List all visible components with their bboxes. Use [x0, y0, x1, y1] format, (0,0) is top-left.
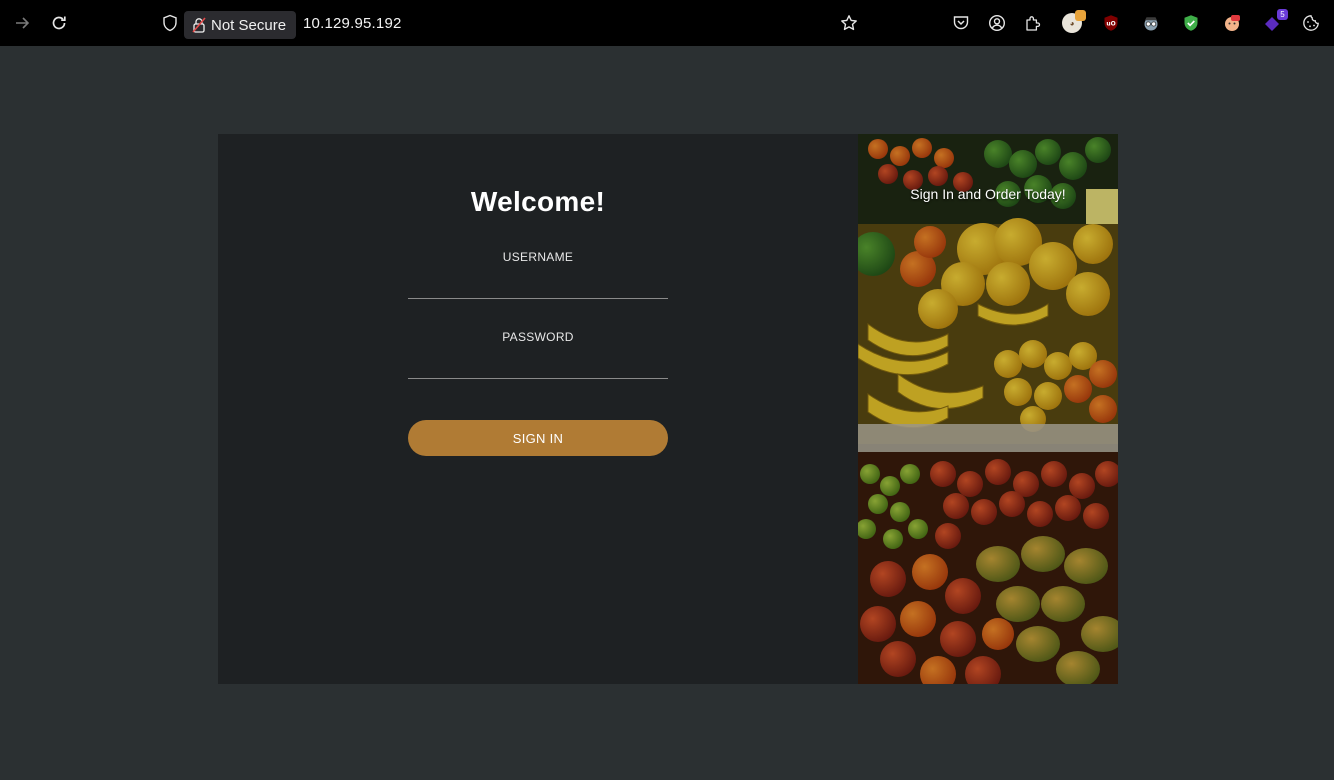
- image-dim-overlay: [858, 134, 1118, 684]
- login-form-panel: Welcome! USERNAME PASSWORD SIGN IN: [218, 134, 858, 684]
- extension-badge-count: 5: [1277, 9, 1288, 20]
- account-icon[interactable]: [987, 13, 1007, 33]
- browser-toolbar: Not Secure 10.129.95.192 ◕ uO 5: [0, 0, 1334, 46]
- detective-extension-icon[interactable]: [1141, 13, 1161, 33]
- bookmark-star-icon[interactable]: [839, 13, 859, 33]
- password-label: PASSWORD: [502, 330, 574, 344]
- reload-icon[interactable]: [49, 13, 69, 33]
- shield-check-extension-icon[interactable]: [1181, 13, 1201, 33]
- promo-tagline: Sign In and Order Today!: [910, 186, 1066, 202]
- sign-in-button[interactable]: SIGN IN: [408, 420, 668, 456]
- ublock-origin-icon[interactable]: uO: [1101, 13, 1121, 33]
- cookie-editor-extension-icon[interactable]: ◕: [1062, 10, 1086, 33]
- insecure-lock-icon: [192, 17, 206, 33]
- username-input[interactable]: [408, 275, 668, 299]
- password-input[interactable]: [408, 355, 668, 379]
- forward-arrow-icon[interactable]: [13, 13, 33, 33]
- site-security-button[interactable]: Not Secure: [184, 11, 296, 39]
- fox-extension-icon[interactable]: [1222, 13, 1242, 33]
- login-card: Welcome! USERNAME PASSWORD SIGN IN Sign …: [218, 134, 1118, 684]
- security-label: Not Secure: [211, 16, 287, 34]
- tracking-shield-icon[interactable]: [160, 13, 180, 33]
- url-bar[interactable]: 10.129.95.192: [303, 15, 402, 32]
- pocket-icon[interactable]: [951, 13, 971, 33]
- extensions-puzzle-icon[interactable]: [1023, 13, 1043, 33]
- username-label: USERNAME: [502, 250, 574, 264]
- page-title: Welcome!: [470, 186, 606, 217]
- purple-extension-icon[interactable]: 5: [1262, 9, 1288, 33]
- fruit-market-image: Sign In and Order Today!: [858, 134, 1118, 684]
- cookie-icon[interactable]: [1301, 13, 1321, 33]
- svg-text:uO: uO: [1106, 21, 1115, 28]
